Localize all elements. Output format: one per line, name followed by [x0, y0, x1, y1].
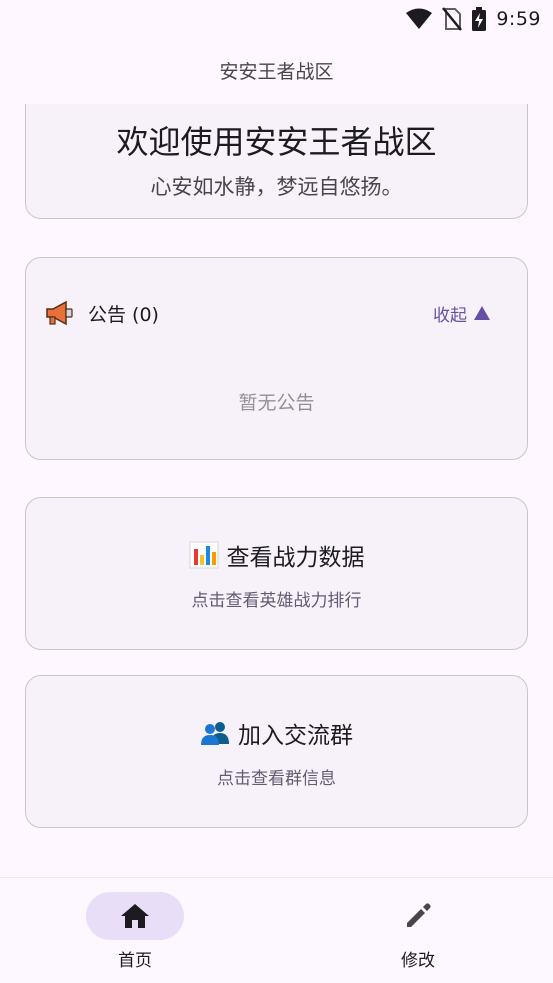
- battery-charging-icon: [472, 7, 487, 31]
- triangle-up-icon: [474, 306, 490, 320]
- wifi-icon: [406, 8, 433, 29]
- collapse-button[interactable]: 收起: [433, 301, 491, 326]
- bottom-navigation: 首页 修改: [0, 877, 553, 983]
- nav-edit-label: 修改: [401, 951, 435, 971]
- content-scroll-area[interactable]: 欢迎使用安安王者战区 心安如水静，梦远自悠扬。 公告 (0) 收起 暂无公告 查…: [0, 104, 553, 877]
- pencil-icon: [407, 903, 431, 927]
- notice-empty-text: 暂无公告: [238, 392, 315, 414]
- megaphone-icon: [46, 300, 73, 326]
- page-title: 安安王者战区: [219, 60, 334, 83]
- status-time: 9:59: [496, 8, 541, 30]
- join-group-title: 加入交流群: [238, 723, 353, 749]
- power-data-subtitle: 点击查看英雄战力排行: [191, 591, 362, 611]
- nav-item-edit[interactable]: 修改: [318, 878, 518, 983]
- notice-label: 公告 (0): [88, 303, 159, 326]
- app-bar: 安安王者战区: [0, 52, 553, 88]
- welcome-card: 欢迎使用安安王者战区 心安如水静，梦远自悠扬。: [25, 104, 528, 219]
- nav-edit-indicator: [369, 892, 467, 940]
- status-bar: 9:59: [0, 0, 553, 38]
- people-icon: [201, 722, 229, 745]
- nav-home-indicator: [86, 892, 184, 940]
- nav-item-home[interactable]: 首页: [35, 878, 235, 983]
- home-icon: [121, 904, 149, 928]
- nav-home-label: 首页: [118, 951, 152, 971]
- power-data-title-row: 查看战力数据: [26, 538, 527, 572]
- notice-header: 公告 (0) 收起: [44, 298, 491, 328]
- join-group-card[interactable]: 加入交流群 点击查看群信息: [25, 675, 528, 828]
- notice-card: 公告 (0) 收起 暂无公告: [25, 257, 528, 460]
- join-group-title-row: 加入交流群: [26, 716, 527, 750]
- no-sim-icon: [442, 7, 463, 31]
- welcome-title: 欢迎使用安安王者战区: [116, 123, 437, 161]
- join-group-subtitle: 点击查看群信息: [217, 769, 336, 789]
- collapse-label: 收起: [433, 305, 467, 326]
- bar-chart-icon: [189, 541, 218, 569]
- power-data-title: 查看战力数据: [226, 545, 365, 571]
- power-data-card[interactable]: 查看战力数据 点击查看英雄战力排行: [25, 497, 528, 650]
- welcome-subtitle: 心安如水静，梦远自悠扬。: [150, 175, 403, 199]
